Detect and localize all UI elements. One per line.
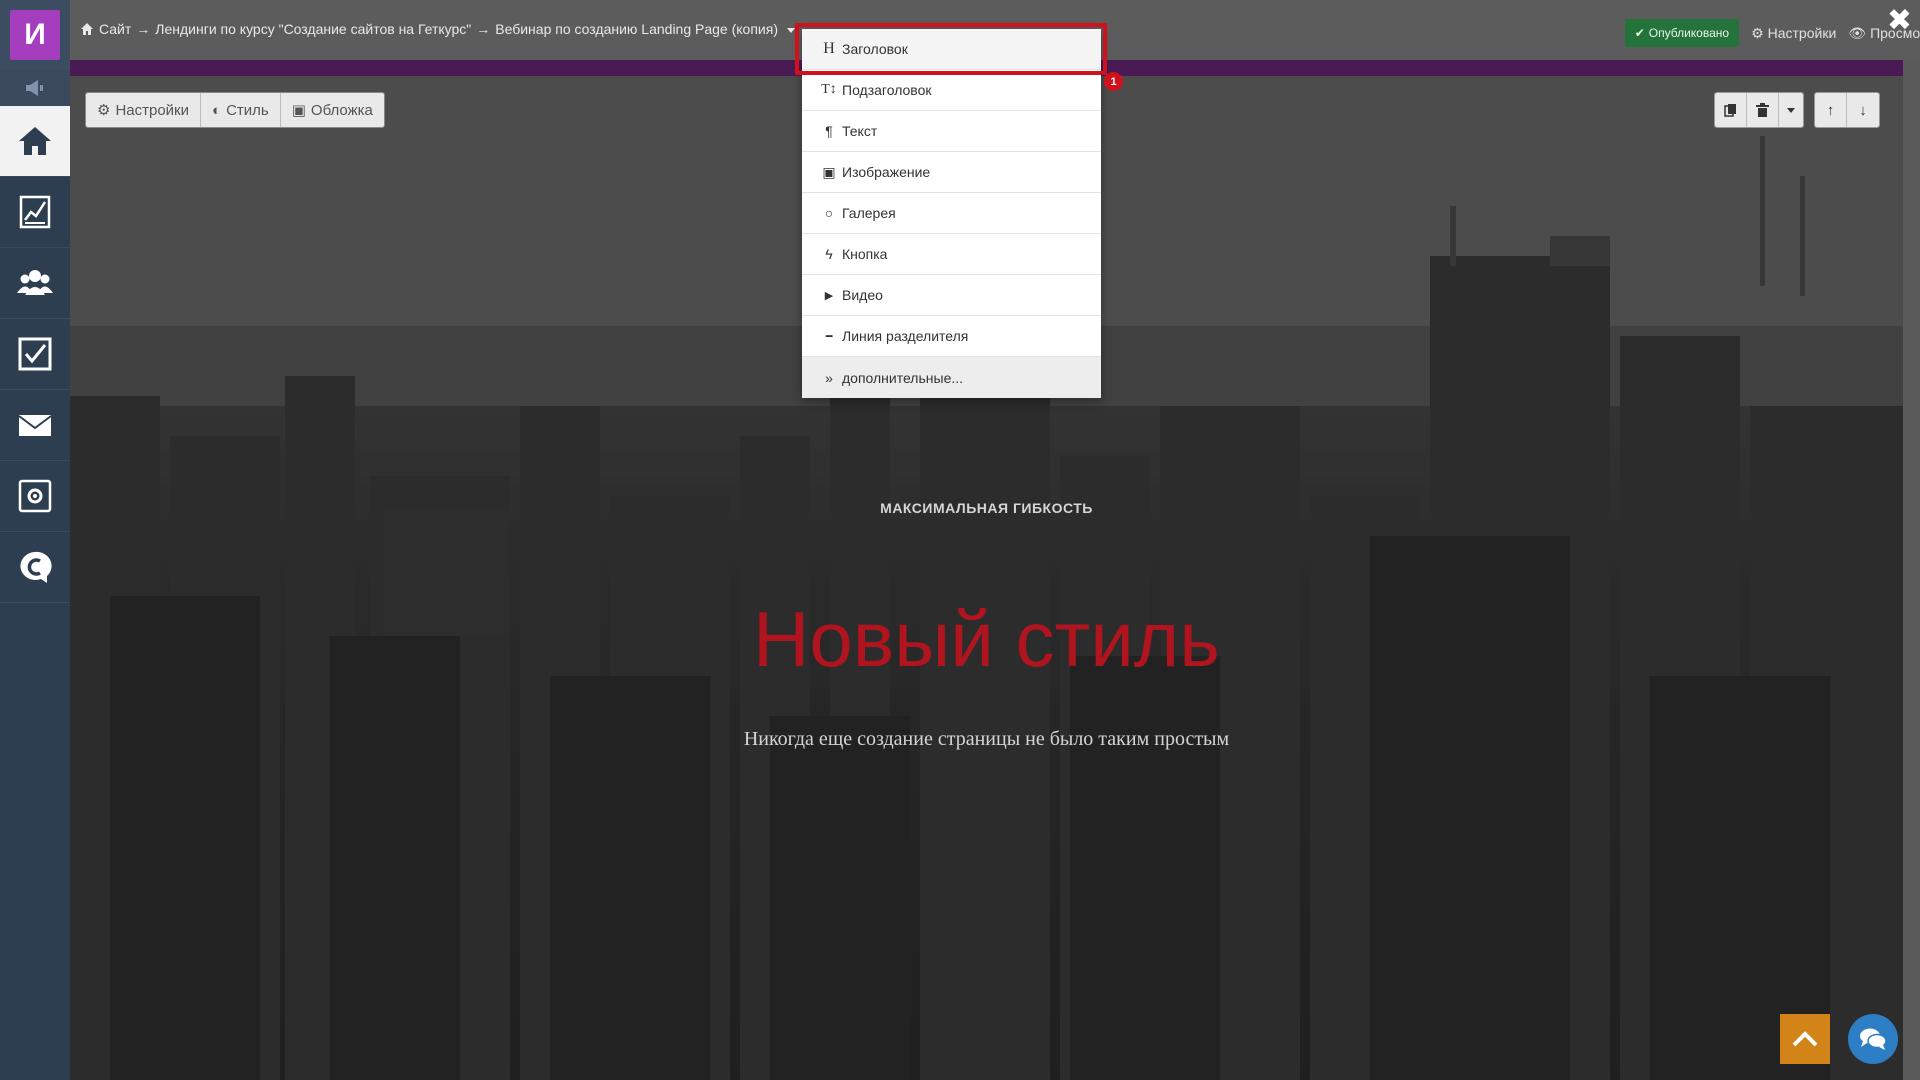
announcement-button[interactable] [0, 70, 70, 106]
menu-item-label: Подзаголовок [842, 82, 932, 98]
double-chevron-right-icon: » [825, 369, 833, 386]
left-sidebar: И [0, 0, 70, 1080]
comments-icon [1860, 1028, 1887, 1050]
users-icon [17, 270, 53, 295]
app-logo[interactable]: И [0, 0, 70, 70]
sidebar-item-settings[interactable] [0, 461, 70, 532]
block-more-dropdown[interactable] [1779, 93, 1803, 127]
image-icon: ▣ [291, 102, 306, 119]
breadcrumb-home-icon [81, 23, 93, 35]
menu-item-image[interactable]: ▣ Изображение [802, 152, 1101, 193]
sidebar-item-users[interactable] [0, 248, 70, 319]
chevron-down-icon[interactable] [786, 27, 795, 33]
arrow-down-icon: ↓ [1859, 101, 1867, 119]
logo-letter: И [10, 10, 60, 60]
settings-panel-icon [18, 479, 52, 513]
home-icon [19, 127, 51, 155]
block-move-group: ↑ ↓ [1814, 92, 1880, 128]
support-chat-button[interactable] [1848, 1014, 1898, 1064]
block-cover-button[interactable]: ▣ Обложка [280, 93, 384, 127]
tutorial-highlight-box [795, 23, 1107, 75]
breadcrumb: Сайт → Лендинги по курсу "Создание сайто… [80, 21, 795, 37]
breadcrumb-separator: → [136, 21, 151, 37]
page-settings-link[interactable]: ⚙ Настройки [1751, 25, 1836, 42]
menu-item-label: Видео [842, 287, 883, 303]
menu-item-text[interactable]: ¶ Текст [802, 111, 1101, 152]
menu-item-label: Линия разделителя [842, 328, 969, 344]
menu-item-label: Кнопка [842, 246, 888, 262]
chevron-down-icon [1787, 107, 1795, 113]
sidebar-item-home[interactable] [0, 106, 70, 177]
hero-headline[interactable]: Новый стиль [70, 600, 1903, 678]
menu-item-button[interactable]: ϟ Кнопка [802, 234, 1101, 275]
megaphone-icon [26, 80, 43, 96]
sidebar-item-statistics[interactable] [0, 177, 70, 248]
move-up-button[interactable]: ↑ [1815, 93, 1847, 127]
copy-icon [1723, 104, 1736, 117]
menu-item-label: Изображение [842, 164, 931, 180]
mail-icon [18, 415, 52, 436]
page-settings-label: Настройки [1767, 25, 1837, 41]
breadcrumb-site-link[interactable]: Сайт [99, 21, 131, 37]
block-edit-group [1714, 92, 1804, 128]
block-style-button[interactable]: ◐ Стиль [201, 93, 281, 127]
gear-icon: ⚙ [97, 102, 111, 119]
paragraph-icon: ¶ [825, 123, 833, 139]
sidebar-item-mail[interactable] [0, 390, 70, 461]
menu-item-gallery[interactable]: ○ Галерея [802, 193, 1101, 234]
check-icon: ✔ [1634, 26, 1645, 40]
published-button[interactable]: ✔ Опубликовано [1624, 19, 1740, 47]
top-right-controls: ✔ Опубликовано ⚙ Настройки 👁 Просмотр [1624, 19, 1920, 47]
tasks-checkbox-icon [18, 337, 52, 371]
eye-icon: 👁 [1848, 24, 1867, 41]
block-cover-label: Обложка [310, 101, 373, 119]
gear-icon: ⚙ [1751, 24, 1764, 41]
copy-block-button[interactable] [1715, 93, 1747, 127]
menu-item-label: Галерея [842, 205, 896, 221]
chart-icon [19, 195, 51, 229]
block-actions: ↑ ↓ [1714, 92, 1880, 128]
hero-eyebrow[interactable]: МАКСИМАЛЬНАЯ ГИБКОСТЬ [70, 500, 1903, 516]
breadcrumb-folder-link[interactable]: Лендинги по курсу "Создание сайтов на Ге… [155, 21, 471, 37]
sidebar-item-tasks[interactable] [0, 319, 70, 390]
step-badge: 1 [1104, 72, 1123, 91]
chevron-up-icon [1792, 1031, 1818, 1047]
menu-item-label: Текст [842, 123, 878, 139]
minus-icon: ━ [825, 330, 833, 343]
menu-item-label: дополнительные... [842, 369, 964, 386]
block-style-label: Стиль [226, 101, 269, 119]
image-icon: ▣ [822, 163, 836, 180]
hero-subline[interactable]: Никогда еще создание страницы не было та… [70, 728, 1903, 751]
delete-block-button[interactable] [1747, 93, 1779, 127]
menu-item-more[interactable]: » дополнительные... [802, 357, 1101, 398]
block-settings-label: Настройки [115, 101, 190, 119]
page-scrollbar[interactable] [1903, 60, 1920, 1080]
block-toolbar: ⚙ Настройки ◐ Стиль ▣ Обложка [85, 92, 385, 128]
add-element-menu: H Заголовок T↕ Подзаголовок ¶ Текст ▣ Из… [802, 29, 1101, 398]
close-editor-button[interactable]: ✖ [1887, 6, 1912, 36]
breadcrumb-page-title[interactable]: Вебинар по созданию Landing Page (копия) [495, 21, 778, 37]
block-settings-button[interactable]: ⚙ Настройки [86, 93, 202, 127]
trash-icon [1756, 103, 1769, 117]
scroll-to-top-button[interactable] [1780, 1014, 1830, 1064]
chat-c-icon [20, 551, 52, 583]
circle-icon: ○ [824, 205, 834, 221]
published-label: Опубликовано [1648, 26, 1730, 40]
menu-item-video[interactable]: ▶ Видео [802, 275, 1101, 316]
adjust-icon: ◐ [212, 101, 222, 119]
sidebar-item-chat[interactable] [0, 532, 70, 603]
youtube-icon: ▶ [824, 289, 834, 302]
bolt-icon: ϟ [825, 246, 833, 262]
menu-item-subheading[interactable]: T↕ Подзаголовок [802, 70, 1101, 111]
move-down-button[interactable]: ↓ [1847, 93, 1879, 127]
menu-item-divider[interactable]: ━ Линия разделителя [802, 316, 1101, 357]
breadcrumb-separator: → [476, 21, 491, 37]
text-height-icon: T↕ [821, 82, 837, 97]
arrow-up-icon: ↑ [1826, 101, 1835, 119]
